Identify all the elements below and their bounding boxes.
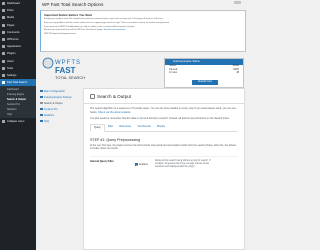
- menu-item-dashboard[interactable]: Dashboard: [0, 0, 36, 7]
- notice-paragraph-3: If you need some WPFTS modifications (or…: [44, 25, 135, 28]
- search-output-panel: Search & Output The search algorithm is …: [83, 88, 245, 250]
- tab-text-results[interactable]: Text Results: [134, 124, 154, 132]
- step-tabs: Query Filter Relevance Text Results Disp…: [90, 123, 238, 133]
- panel-header: Search & Output: [84, 89, 244, 103]
- panel-intro: The search algorithm is a sequence of 5 …: [90, 107, 237, 114]
- menu-item-fast-total-search[interactable]: Fast Total Search: [0, 79, 36, 87]
- pages-icon: [2, 23, 5, 27]
- checkbox-label: Enabled: [139, 162, 148, 166]
- tab-display[interactable]: Display: [154, 124, 168, 132]
- search-icon: [40, 101, 43, 105]
- notice-paragraph-2: If you see any problems with the search,…: [44, 21, 170, 24]
- panel-doc-link[interactable]: Check out the documentation: [98, 111, 131, 114]
- menu-item-comments[interactable]: Comments: [0, 29, 36, 36]
- search-settings-icon: [90, 93, 95, 99]
- svg-text:TOTAL SEARCH: TOTAL SEARCH: [55, 75, 85, 80]
- menu-item-users[interactable]: Users: [0, 58, 36, 65]
- widget-row-in-index: In Index: 28: [169, 72, 239, 75]
- internal-query-filter-row: Internal Query Filter Enabled Allows all…: [90, 155, 238, 169]
- plugin-nav: Main Configuration Indexing Engine Setti…: [40, 88, 80, 124]
- tab-relevance[interactable]: Relevance: [116, 124, 134, 132]
- plugins-icon: [2, 52, 5, 56]
- notice-paragraph-4: We wish you a pleasant time with the WP …: [44, 29, 126, 32]
- comments-icon: [2, 30, 5, 34]
- screen-options-icon[interactable]: [234, 1, 241, 4]
- submenu-fast-total-search: Dashboard Indexing Engine Search & Outpu…: [0, 86, 36, 119]
- indexing-status-widget: Indexing Engine Status Status: Active Ind…: [164, 58, 244, 88]
- svg-text:FAST: FAST: [55, 66, 76, 75]
- gear-icon: [40, 89, 43, 93]
- menu-item-media[interactable]: Media: [0, 14, 36, 21]
- internal-query-filter-toggle[interactable]: Enabled: [135, 160, 149, 169]
- field-label: Internal Query Filter: [90, 159, 114, 163]
- notice-box: Important Notice Before You Start Everyt…: [40, 10, 246, 52]
- menu-item-tools[interactable]: Tools: [0, 65, 36, 72]
- panel-note: It is also useful to remember that the d…: [90, 117, 230, 121]
- settings-icon: [2, 73, 5, 77]
- panel-body: The search algorithm is a sequence of 5 …: [84, 103, 244, 172]
- rebuild-index-button[interactable]: Rebuild Index: [192, 80, 218, 85]
- database-icon: [40, 95, 43, 99]
- collapse-menu-button[interactable]: Collapse menu: [0, 118, 36, 125]
- menu-item-plugins[interactable]: Plugins: [0, 50, 36, 57]
- step-title: STEP #1: Query Preprocessing: [90, 138, 141, 143]
- search-icon: [2, 81, 5, 85]
- menu-item-pages[interactable]: Pages: [0, 22, 36, 29]
- enabled-checkbox[interactable]: [135, 162, 138, 166]
- chart-icon: [40, 113, 43, 117]
- wpfts-logo: WPFTS FAST TOTAL SEARCH: [42, 57, 85, 80]
- appearance-icon: [2, 45, 5, 49]
- menu-item-posts[interactable]: Posts: [0, 7, 36, 14]
- panel-title: Search & Output: [97, 93, 131, 99]
- notice-paragraph-1: Everything is ready to work. We submitte…: [44, 18, 164, 20]
- plugin-nav-help[interactable]: Help: [40, 118, 80, 124]
- menu-item-appearance[interactable]: Appearance: [0, 43, 36, 50]
- menu-item-wpforms[interactable]: WPForms: [0, 36, 36, 43]
- wpforms-icon: [2, 38, 5, 42]
- shield-icon: [40, 107, 43, 111]
- notice-heading: Important Notice Before You Start: [44, 12, 93, 17]
- step-description: At the very first step, the plugin remov…: [90, 144, 237, 151]
- documentation-link[interactable]: Read the documentation: [104, 29, 126, 31]
- menu-item-settings[interactable]: Settings: [0, 72, 36, 79]
- field-help-text: Allows all the search being without a pl…: [155, 159, 211, 168]
- page-title: WP Fast Total Search Options: [42, 2, 104, 7]
- tab-query[interactable]: Query: [90, 123, 105, 132]
- posts-icon: [2, 9, 5, 13]
- help-icon: [40, 119, 43, 123]
- media-icon: [2, 16, 5, 20]
- users-icon: [2, 59, 5, 63]
- submenu-item-help[interactable]: Help: [0, 112, 36, 117]
- tools-icon: [2, 66, 5, 70]
- admin-sidebar: Dashboard Posts Media Pages Comments WPF…: [0, 0, 36, 250]
- dashboard-icon: [2, 2, 5, 6]
- tab-filter[interactable]: Filter: [105, 124, 117, 132]
- notice-paragraph-5: WPFTS Support Development team: [44, 33, 76, 36]
- collapse-icon: [2, 120, 5, 124]
